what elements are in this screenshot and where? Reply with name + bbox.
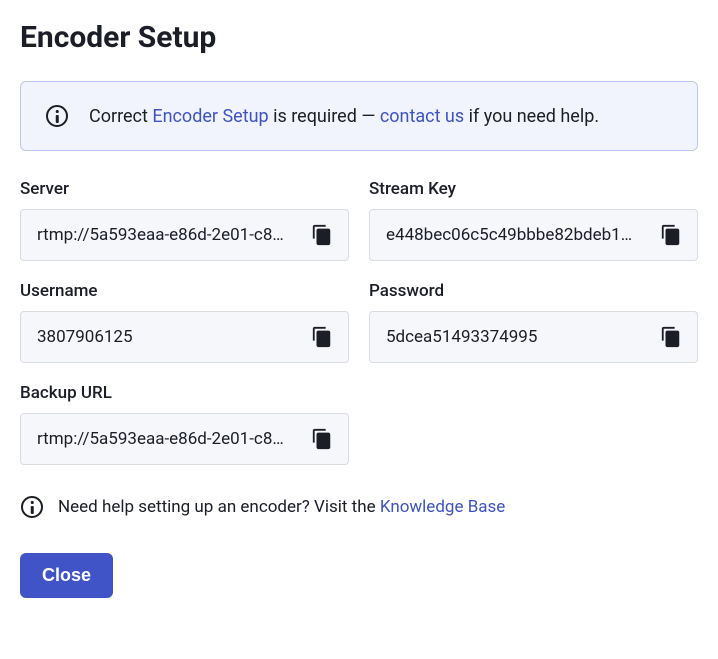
username-label: Username [20,281,349,301]
close-button[interactable]: Close [20,553,113,598]
backup-url-input: rtmp://5a593eaa-e86d-2e01-c8… [20,413,349,465]
copy-username-button[interactable] [308,323,336,351]
password-input: 5dcea51493374995 [369,311,698,363]
info-icon [20,495,44,519]
copy-icon [660,224,682,246]
copy-icon [311,224,333,246]
info-icon [45,104,69,128]
username-value: 3807906125 [37,327,298,347]
banner-text: Correct Encoder Setup is required — cont… [89,106,599,127]
info-banner: Correct Encoder Setup is required — cont… [20,81,698,151]
banner-text-middle: is required — [269,106,380,127]
contact-us-link[interactable]: contact us [380,106,464,127]
stream-key-value: e448bec06c5c49bbbe82bdeb1… [386,225,647,245]
copy-backup-url-button[interactable] [308,425,336,453]
help-row: Need help setting up an encoder? Visit t… [20,495,698,519]
backup-url-label: Backup URL [20,383,349,403]
banner-text-suffix: if you need help. [464,106,599,127]
copy-icon [311,326,333,348]
backup-url-field: Backup URL rtmp://5a593eaa-e86d-2e01-c8… [20,383,349,465]
backup-url-value: rtmp://5a593eaa-e86d-2e01-c8… [37,429,298,449]
copy-password-button[interactable] [657,323,685,351]
server-input: rtmp://5a593eaa-e86d-2e01-c8… [20,209,349,261]
copy-icon [660,326,682,348]
server-value: rtmp://5a593eaa-e86d-2e01-c8… [37,225,298,245]
stream-key-input: e448bec06c5c49bbbe82bdeb1… [369,209,698,261]
username-input: 3807906125 [20,311,349,363]
help-text: Need help setting up an encoder? Visit t… [58,497,380,517]
copy-server-button[interactable] [308,221,336,249]
password-value: 5dcea51493374995 [386,327,647,347]
password-field: Password 5dcea51493374995 [369,281,698,363]
stream-key-field: Stream Key e448bec06c5c49bbbe82bdeb1… [369,179,698,261]
username-field: Username 3807906125 [20,281,349,363]
server-field: Server rtmp://5a593eaa-e86d-2e01-c8… [20,179,349,261]
page-title: Encoder Setup [20,20,698,55]
password-label: Password [369,281,698,301]
encoder-setup-link[interactable]: Encoder Setup [152,106,268,127]
banner-text-prefix: Correct [89,106,152,127]
help-text-wrap: Need help setting up an encoder? Visit t… [58,497,505,517]
copy-icon [311,428,333,450]
knowledge-base-link[interactable]: Knowledge Base [380,497,505,517]
stream-key-label: Stream Key [369,179,698,199]
server-label: Server [20,179,349,199]
copy-stream-key-button[interactable] [657,221,685,249]
